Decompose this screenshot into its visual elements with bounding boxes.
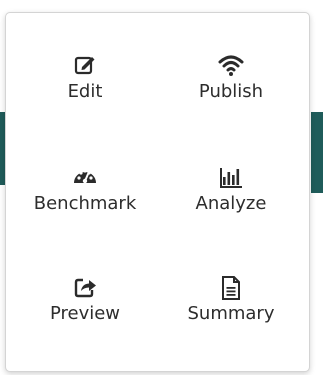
benchmark-menu-item[interactable]: Benchmark	[20, 165, 150, 215]
share-icon	[20, 275, 150, 301]
background-accent-right	[311, 112, 323, 193]
preview-menu-item[interactable]: Preview	[20, 275, 150, 325]
summary-menu-item[interactable]: Summary	[166, 275, 296, 325]
edit-icon	[20, 53, 150, 79]
wifi-icon	[166, 53, 296, 79]
actions-popup-menu: Edit Publish Benchmark Analyze Preview S…	[5, 12, 310, 372]
analyze-menu-item[interactable]: Analyze	[166, 165, 296, 215]
publish-label: Publish	[198, 81, 264, 102]
preview-label: Preview	[49, 303, 121, 324]
edit-menu-item[interactable]: Edit	[20, 53, 150, 103]
bar-chart-icon	[166, 165, 296, 191]
publish-menu-item[interactable]: Publish	[166, 53, 296, 103]
edit-label: Edit	[67, 81, 103, 102]
dashboard-icon	[20, 165, 150, 191]
actions-grid: Edit Publish Benchmark Analyze Preview S…	[6, 13, 309, 371]
benchmark-label: Benchmark	[33, 193, 137, 214]
analyze-label: Analyze	[195, 193, 267, 214]
document-icon	[166, 275, 296, 301]
summary-label: Summary	[187, 303, 275, 324]
